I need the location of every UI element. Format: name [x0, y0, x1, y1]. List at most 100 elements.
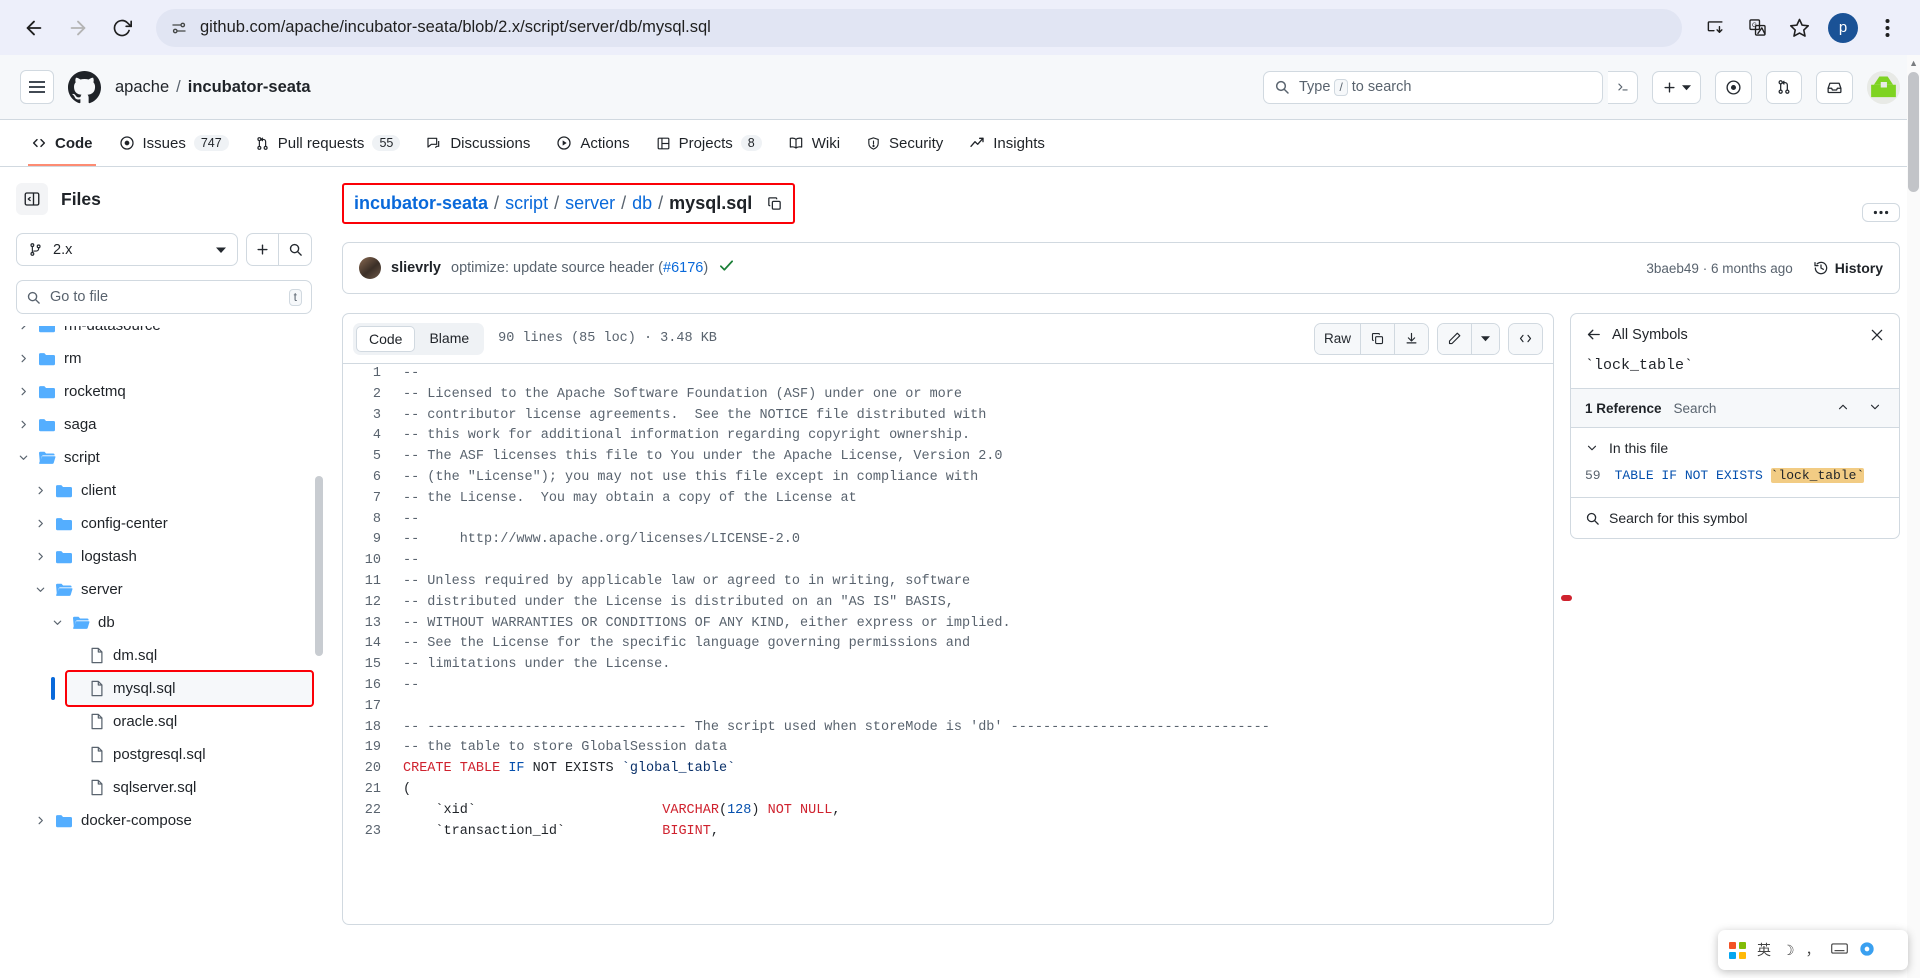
- windows-logo-icon[interactable]: [1729, 941, 1746, 959]
- tab-security[interactable]: Security: [855, 120, 954, 166]
- three-dot-menu-icon[interactable]: [1868, 9, 1906, 47]
- all-symbols-link[interactable]: All Symbols: [1612, 327, 1859, 343]
- profile-avatar[interactable]: p: [1828, 12, 1858, 43]
- path-crumb-incubator-seata[interactable]: incubator-seata: [354, 193, 488, 214]
- close-icon[interactable]: [1869, 327, 1885, 343]
- tree-folder-client[interactable]: client: [33, 474, 312, 507]
- tree-file-postgresql.sql[interactable]: postgresql.sql: [67, 738, 312, 771]
- line-number[interactable]: 3: [343, 406, 397, 427]
- raw-button[interactable]: Raw: [1314, 323, 1361, 354]
- hamburger-menu-icon[interactable]: [20, 70, 54, 104]
- line-number[interactable]: 10: [343, 551, 397, 572]
- site-settings-icon[interactable]: [170, 19, 188, 37]
- inbox-button[interactable]: [1816, 70, 1853, 104]
- line-number[interactable]: 9: [343, 530, 397, 551]
- check-icon[interactable]: [718, 257, 735, 279]
- repo-name-link[interactable]: incubator-seata: [188, 78, 311, 97]
- tab-projects[interactable]: Projects 8: [645, 120, 773, 166]
- in-this-file-group[interactable]: In this file: [1571, 428, 1899, 464]
- tree-folder-logstash[interactable]: logstash: [33, 540, 312, 573]
- tree-folder-config-center[interactable]: config-center: [33, 507, 312, 540]
- line-number[interactable]: 14: [343, 634, 397, 655]
- tab-code-view[interactable]: Code: [356, 325, 416, 352]
- line-number[interactable]: 4: [343, 426, 397, 447]
- tab-pull-requests[interactable]: Pull requests 55: [244, 120, 412, 166]
- commit-pr-link[interactable]: #6176: [663, 260, 703, 276]
- reference-result-row[interactable]: 59 TABLE IF NOT EXISTS `lock_table`: [1571, 464, 1899, 497]
- chevron-up-icon[interactable]: [1833, 400, 1853, 417]
- command-palette-icon[interactable]: [1608, 70, 1638, 104]
- code-symbols-icon[interactable]: [1509, 323, 1542, 354]
- tree-folder-saga[interactable]: saga: [16, 408, 312, 441]
- go-to-file-input[interactable]: Go to file t: [16, 280, 312, 314]
- search-for-symbol-button[interactable]: Search for this symbol: [1571, 497, 1899, 538]
- path-crumb-script[interactable]: script: [505, 193, 548, 214]
- repo-owner-link[interactable]: apache: [115, 78, 169, 97]
- tree-folder-db[interactable]: db: [50, 606, 312, 639]
- page-scrollbar-thumb[interactable]: [1908, 72, 1919, 192]
- line-number[interactable]: 23: [343, 822, 397, 843]
- commit-author-avatar[interactable]: [359, 257, 381, 279]
- tree-folder-rm[interactable]: rm: [16, 342, 312, 375]
- path-crumb-db[interactable]: db: [632, 193, 652, 214]
- line-number[interactable]: 22: [343, 801, 397, 822]
- translate-icon[interactable]: G: [1738, 9, 1776, 47]
- search-input[interactable]: Type / to search: [1263, 70, 1603, 104]
- reload-icon[interactable]: [102, 8, 142, 48]
- back-arrow-icon[interactable]: [1585, 326, 1602, 343]
- line-number[interactable]: 7: [343, 489, 397, 510]
- add-file-button[interactable]: [246, 233, 279, 266]
- line-number[interactable]: 2: [343, 385, 397, 406]
- tree-folder-docker-compose[interactable]: docker-compose: [33, 804, 312, 837]
- commit-author-name[interactable]: slievrly: [391, 260, 441, 276]
- tab-discussions[interactable]: Discussions: [415, 120, 541, 166]
- branch-selector[interactable]: 2.x: [16, 233, 238, 266]
- tree-search-icon[interactable]: [279, 233, 312, 266]
- forward-arrow-icon[interactable]: [58, 8, 98, 48]
- copy-raw-icon[interactable]: [1361, 323, 1395, 354]
- line-number[interactable]: 17: [343, 697, 397, 718]
- tree-folder-script[interactable]: script: [16, 441, 312, 474]
- chevron-down-icon[interactable]: [1472, 323, 1499, 354]
- tree-file-sqlserver.sql[interactable]: sqlserver.sql: [67, 771, 312, 804]
- create-new-button[interactable]: [1652, 70, 1701, 104]
- tab-actions[interactable]: Actions: [545, 120, 640, 166]
- reference-search-label[interactable]: Search: [1674, 401, 1821, 416]
- line-number[interactable]: 21: [343, 780, 397, 801]
- line-number[interactable]: 18: [343, 718, 397, 739]
- ime-moon-icon[interactable]: ☽: [1782, 942, 1795, 959]
- path-crumb-server[interactable]: server: [565, 193, 615, 214]
- line-number[interactable]: 6: [343, 468, 397, 489]
- line-number[interactable]: 8: [343, 510, 397, 531]
- kebab-menu-icon[interactable]: [1862, 203, 1900, 222]
- line-number[interactable]: 12: [343, 593, 397, 614]
- user-avatar[interactable]: [1867, 70, 1900, 104]
- line-number[interactable]: 20: [343, 759, 397, 780]
- github-logo-icon[interactable]: [68, 70, 101, 104]
- tree-folder-rocketmq[interactable]: rocketmq: [16, 375, 312, 408]
- pull-requests-button[interactable]: [1766, 70, 1802, 104]
- page-scrollbar[interactable]: [1907, 55, 1920, 978]
- tree-folder-rm-datasource[interactable]: rm-datasource: [16, 326, 312, 342]
- tree-file-dm.sql[interactable]: dm.sql: [67, 639, 312, 672]
- line-number[interactable]: 1: [343, 364, 397, 385]
- ime-punctuation-icon[interactable]: ，: [1806, 940, 1820, 960]
- address-bar[interactable]: github.com/apache/incubator-seata/blob/2…: [156, 8, 1682, 47]
- line-number[interactable]: 16: [343, 676, 397, 697]
- keyboard-icon[interactable]: [1830, 942, 1848, 958]
- line-number[interactable]: 5: [343, 447, 397, 468]
- tab-wiki[interactable]: Wiki: [777, 120, 851, 166]
- back-arrow-icon[interactable]: [14, 8, 54, 48]
- sidebar-collapse-icon[interactable]: [16, 183, 48, 215]
- tree-file-oracle.sql[interactable]: oracle.sql: [67, 705, 312, 738]
- tree-folder-server[interactable]: server: [33, 573, 312, 606]
- scroll-up-arrow-icon[interactable]: ▲: [1909, 58, 1918, 68]
- install-app-icon[interactable]: [1696, 9, 1734, 47]
- line-number[interactable]: 11: [343, 572, 397, 593]
- issues-button[interactable]: [1715, 70, 1752, 104]
- line-number[interactable]: 15: [343, 655, 397, 676]
- tree-scrollbar[interactable]: [315, 476, 323, 656]
- ime-settings-icon[interactable]: [1859, 941, 1875, 960]
- history-link[interactable]: History: [1813, 260, 1883, 276]
- line-number[interactable]: 19: [343, 738, 397, 759]
